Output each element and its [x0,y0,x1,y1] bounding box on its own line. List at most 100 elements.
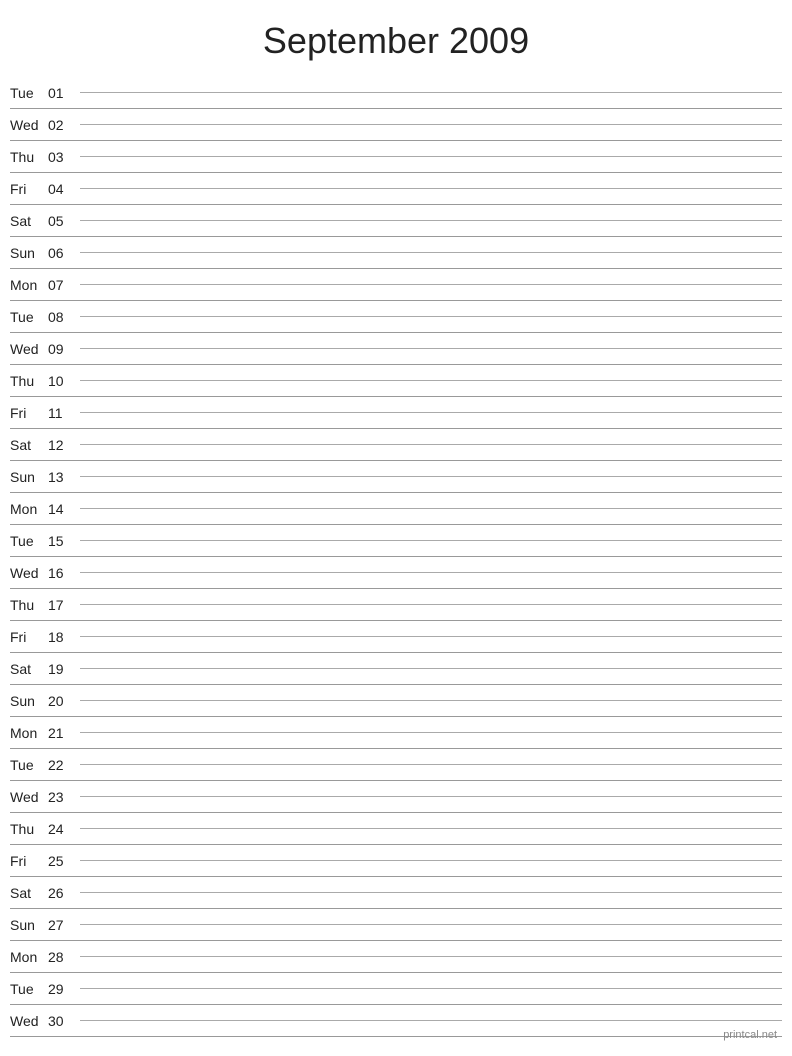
day-name: Wed [10,565,48,581]
day-line [80,892,782,893]
day-line [80,540,782,541]
day-row: Mon28 [10,941,782,973]
day-line [80,604,782,605]
day-number: 29 [48,981,76,997]
day-number: 20 [48,693,76,709]
day-name: Sun [10,693,48,709]
day-number: 15 [48,533,76,549]
day-number: 24 [48,821,76,837]
day-row: Sat05 [10,205,782,237]
day-row: Wed30 [10,1005,782,1037]
day-number: 13 [48,469,76,485]
day-line [80,956,782,957]
day-number: 02 [48,117,76,133]
day-number: 28 [48,949,76,965]
day-line [80,92,782,93]
day-number: 26 [48,885,76,901]
day-line [80,764,782,765]
day-number: 06 [48,245,76,261]
day-line [80,572,782,573]
day-row: Mon21 [10,717,782,749]
day-line [80,924,782,925]
day-name: Tue [10,533,48,549]
day-name: Fri [10,629,48,645]
day-line [80,988,782,989]
day-name: Fri [10,405,48,421]
day-name: Wed [10,789,48,805]
day-number: 17 [48,597,76,613]
day-number: 01 [48,85,76,101]
day-line [80,284,782,285]
calendar-grid: Tue01Wed02Thu03Fri04Sat05Sun06Mon07Tue08… [0,77,792,1037]
day-number: 22 [48,757,76,773]
day-number: 05 [48,213,76,229]
day-name: Sat [10,885,48,901]
day-row: Sun27 [10,909,782,941]
day-line [80,476,782,477]
day-number: 07 [48,277,76,293]
day-name: Wed [10,117,48,133]
day-line [80,508,782,509]
day-name: Wed [10,341,48,357]
day-number: 09 [48,341,76,357]
day-line [80,380,782,381]
day-line [80,732,782,733]
day-row: Wed09 [10,333,782,365]
day-row: Tue29 [10,973,782,1005]
day-name: Tue [10,85,48,101]
day-row: Sat12 [10,429,782,461]
day-row: Sat26 [10,877,782,909]
day-row: Tue15 [10,525,782,557]
day-number: 03 [48,149,76,165]
day-name: Fri [10,181,48,197]
day-number: 18 [48,629,76,645]
day-line [80,348,782,349]
day-number: 12 [48,437,76,453]
day-name: Thu [10,373,48,389]
day-name: Thu [10,149,48,165]
day-number: 30 [48,1013,76,1029]
day-line [80,124,782,125]
day-number: 23 [48,789,76,805]
day-row: Wed02 [10,109,782,141]
day-number: 19 [48,661,76,677]
day-row: Sun13 [10,461,782,493]
day-line [80,828,782,829]
day-number: 25 [48,853,76,869]
page-title: September 2009 [0,0,792,77]
day-number: 21 [48,725,76,741]
day-number: 08 [48,309,76,325]
day-row: Tue22 [10,749,782,781]
day-name: Tue [10,981,48,997]
day-line [80,220,782,221]
day-row: Fri11 [10,397,782,429]
day-row: Wed23 [10,781,782,813]
day-name: Mon [10,949,48,965]
day-row: Tue08 [10,301,782,333]
day-name: Sat [10,213,48,229]
day-name: Tue [10,309,48,325]
day-name: Sun [10,245,48,261]
day-name: Mon [10,725,48,741]
day-line [80,252,782,253]
day-line [80,1020,782,1021]
day-row: Sun20 [10,685,782,717]
day-line [80,700,782,701]
day-row: Fri25 [10,845,782,877]
day-line [80,444,782,445]
day-name: Tue [10,757,48,773]
day-name: Sat [10,437,48,453]
day-row: Fri18 [10,621,782,653]
day-row: Sun06 [10,237,782,269]
day-name: Thu [10,597,48,613]
day-row: Thu10 [10,365,782,397]
day-row: Thu03 [10,141,782,173]
day-row: Sat19 [10,653,782,685]
day-row: Thu17 [10,589,782,621]
day-name: Fri [10,853,48,869]
day-number: 04 [48,181,76,197]
day-name: Sat [10,661,48,677]
day-name: Wed [10,1013,48,1029]
day-line [80,668,782,669]
day-line [80,636,782,637]
